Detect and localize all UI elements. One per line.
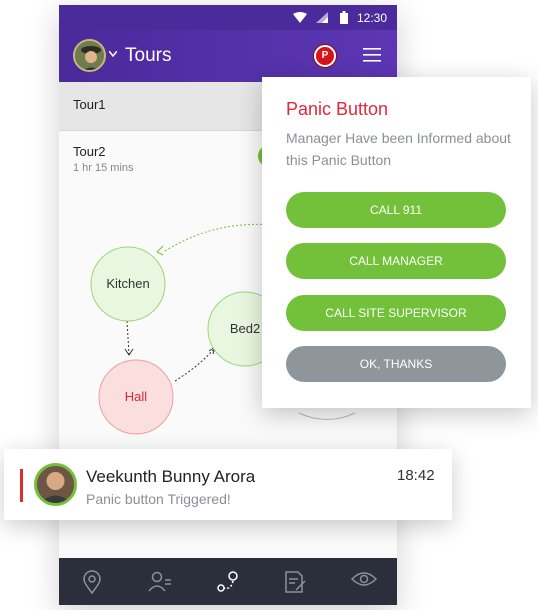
- panic-button-icon[interactable]: P: [314, 45, 336, 67]
- location-pin-icon[interactable]: [82, 570, 102, 594]
- status-time: 12:30: [356, 11, 387, 25]
- alert-indicator-bar: [20, 469, 23, 502]
- panic-dialog: Panic Button Manager Have been Informed …: [262, 77, 531, 408]
- bottom-nav: [59, 558, 397, 605]
- dialog-title: Panic Button: [286, 99, 389, 119]
- node-label: Bed2: [230, 321, 260, 336]
- notification-sender: Veekunth Bunny Arora: [86, 467, 256, 486]
- status-bar: 12:30: [59, 5, 397, 30]
- eye-icon[interactable]: [351, 570, 377, 588]
- report-edit-icon[interactable]: [283, 570, 307, 594]
- route-path: [156, 245, 164, 256]
- call-911-button[interactable]: CALL 911: [286, 192, 506, 228]
- battery-icon: [340, 11, 348, 24]
- signal-icon: [316, 12, 328, 23]
- route-path: [174, 348, 215, 382]
- avatar[interactable]: [73, 39, 106, 72]
- tour-name: Tour1: [73, 97, 106, 112]
- node-label: Kitchen: [106, 276, 149, 291]
- dialog-message: Manager Have been Informed about this Pa…: [286, 130, 511, 168]
- call-site-supervisor-button[interactable]: CALL SITE SUPERVISOR: [286, 295, 506, 331]
- avatar: [34, 463, 77, 506]
- menu-icon[interactable]: [363, 48, 381, 62]
- ok-thanks-button[interactable]: OK, THANKS: [286, 346, 506, 382]
- wifi-icon: [293, 12, 307, 23]
- route-path: [126, 320, 130, 355]
- map-node-kitchen[interactable]: Kitchen: [90, 246, 166, 322]
- map-node-hall[interactable]: Hall: [98, 359, 174, 435]
- tour-name: Tour2: [73, 144, 106, 159]
- notification-message: Panic button Triggered!: [86, 491, 231, 507]
- node-label: Hall: [125, 389, 148, 404]
- user-list-icon[interactable]: [148, 570, 172, 592]
- map-node-partial: [298, 412, 356, 420]
- notification-card[interactable]: Veekunth Bunny Arora Panic button Trigge…: [4, 449, 452, 520]
- chevron-down-icon[interactable]: [109, 51, 117, 57]
- page-title: Tours: [125, 45, 172, 66]
- route-icon[interactable]: [215, 570, 241, 594]
- app-bar: Tours P: [59, 30, 397, 82]
- notification-time: 18:42: [397, 467, 435, 484]
- call-manager-button[interactable]: CALL MANAGER: [286, 243, 506, 279]
